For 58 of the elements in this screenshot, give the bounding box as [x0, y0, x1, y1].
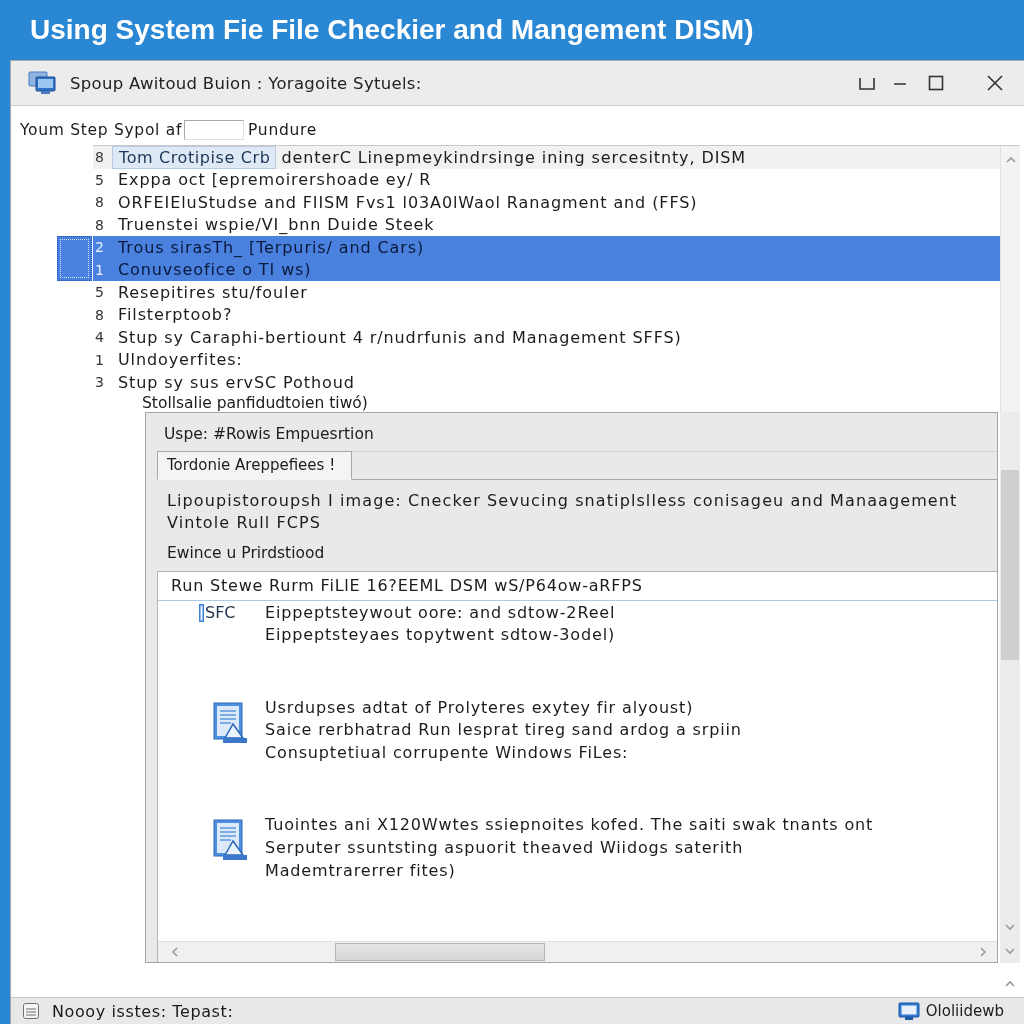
row-number: 2	[94, 239, 105, 256]
list-row[interactable]: 2 Trous sirasTh_ [Terpuris/ and Cars)	[93, 236, 1000, 259]
input-field[interactable]	[184, 120, 245, 140]
row-text: Ulndoyerfites:	[117, 350, 243, 370]
row-tag: Tom Crotipise Crb	[112, 145, 277, 169]
tab[interactable]: Tordonie Areppefiees !	[157, 450, 353, 480]
list-icon	[22, 1002, 40, 1020]
text-cursor-icon	[199, 603, 204, 622]
entry-text: Eippeptsteywout oore: and sdtow-2Reel Eippeptsteyaes topytwent sdtow-3odel)	[265, 601, 617, 647]
status-text: Noooy isstes: Tepast:	[52, 1001, 234, 1021]
list-row[interactable]: 1 Conuvseofice o TI ws)	[93, 258, 1000, 281]
window-title: Spoup Awitoud Buion : Yoragoite Sytuels:	[70, 73, 422, 93]
row-text: Stup sy Caraphi-bertiount 4 r/nudrfunis and Management SFFS)	[117, 327, 682, 347]
step-label: Youm Step Sypol af	[20, 121, 183, 139]
document-icon	[213, 819, 249, 862]
section-label: Ewince u Prirdstiood	[166, 542, 326, 564]
row-number: 8	[94, 216, 105, 233]
panel-title: Uspe: #Rowis Empuesrtion	[163, 423, 375, 444]
row-text: Exppa oct [epremoirershoade ey/ R	[117, 170, 432, 190]
monitor-icon[interactable]	[897, 1001, 920, 1021]
row-number: 5	[94, 284, 105, 301]
chevron-down-icon[interactable]	[1004, 921, 1016, 933]
row-number: 8	[94, 306, 105, 323]
maximize-icon[interactable]	[928, 75, 944, 91]
window-icon	[28, 71, 56, 95]
row-text: Filsterptoob?	[117, 305, 233, 325]
focus-box-icon	[57, 236, 92, 281]
row-text: Truenstei wspie/VI_bnn Duide Steek	[117, 215, 435, 235]
document-icon	[213, 701, 249, 744]
bracket-icon[interactable]	[858, 75, 876, 91]
scrollbar-thumb[interactable]	[1001, 469, 1019, 660]
row-number: 1	[94, 351, 105, 368]
chevron-right-icon[interactable]	[977, 946, 989, 958]
entry-text: Tuointes ani X120Wwtes ssiepnoites kofed. The saiti swak tnants ont Serputer ssuntsting aspuorit theaved Wiidogs saterith Mademtrarerrer fites)	[265, 814, 875, 882]
row-text: Stup sy sus ervSC Pothoud	[117, 372, 355, 392]
status-right-text: Ololiidewb	[925, 1002, 1004, 1020]
row-number: 1	[94, 261, 105, 278]
row-number: 3	[94, 374, 105, 391]
row-text: denterC Linepmeykindrsinge ining sercesitnty, DISM	[281, 147, 747, 167]
chevron-down-icon[interactable]	[1004, 945, 1016, 957]
row-text: Trous sirasTh_ [Terpuris/ and Cars)	[117, 237, 425, 257]
close-icon[interactable]	[986, 74, 1004, 92]
panel-description: Lipoupistoroupsh I image: Cnecker Sevucing snatiplslless conisageu and Manaagement Vintole Rull FCPS	[166, 489, 959, 534]
row-number: 4	[94, 329, 105, 346]
row-number: 8	[94, 194, 105, 211]
row-text: Resepitires stu/fouler	[117, 282, 308, 302]
row-text: Conuvseofice o TI ws)	[117, 260, 312, 280]
list-row[interactable]: 8 Tom Crotipise Crb denterC Linepmeykindrsinge ining sercesitnty, DISM	[93, 146, 1000, 169]
row-number: 5	[94, 171, 105, 188]
page-title: Using System Fie File Checkier and Mangement DISM)	[30, 14, 754, 46]
scrollbar-thumb[interactable]	[335, 943, 545, 961]
step-suffix: Pundure	[248, 121, 317, 139]
list-footer-text: Stollsalie panfidudtoien tiwó)	[141, 393, 369, 412]
chevron-left-icon[interactable]	[169, 946, 181, 958]
row-number: 8	[94, 149, 105, 166]
row-text: ORFEIEluStudse and FIISM Fvs1 l03A0lWaol Ranagment and (FFS)	[117, 192, 698, 212]
entry-label: SFC	[205, 603, 236, 622]
entry-text: Usrdupses adtat of Prolyteres exytey fir alyoust) Saice rerbhatrad Run lesprat tireg sand ardog a srpiin Consuptetiual corrupente Windows FiLes:	[265, 696, 743, 764]
